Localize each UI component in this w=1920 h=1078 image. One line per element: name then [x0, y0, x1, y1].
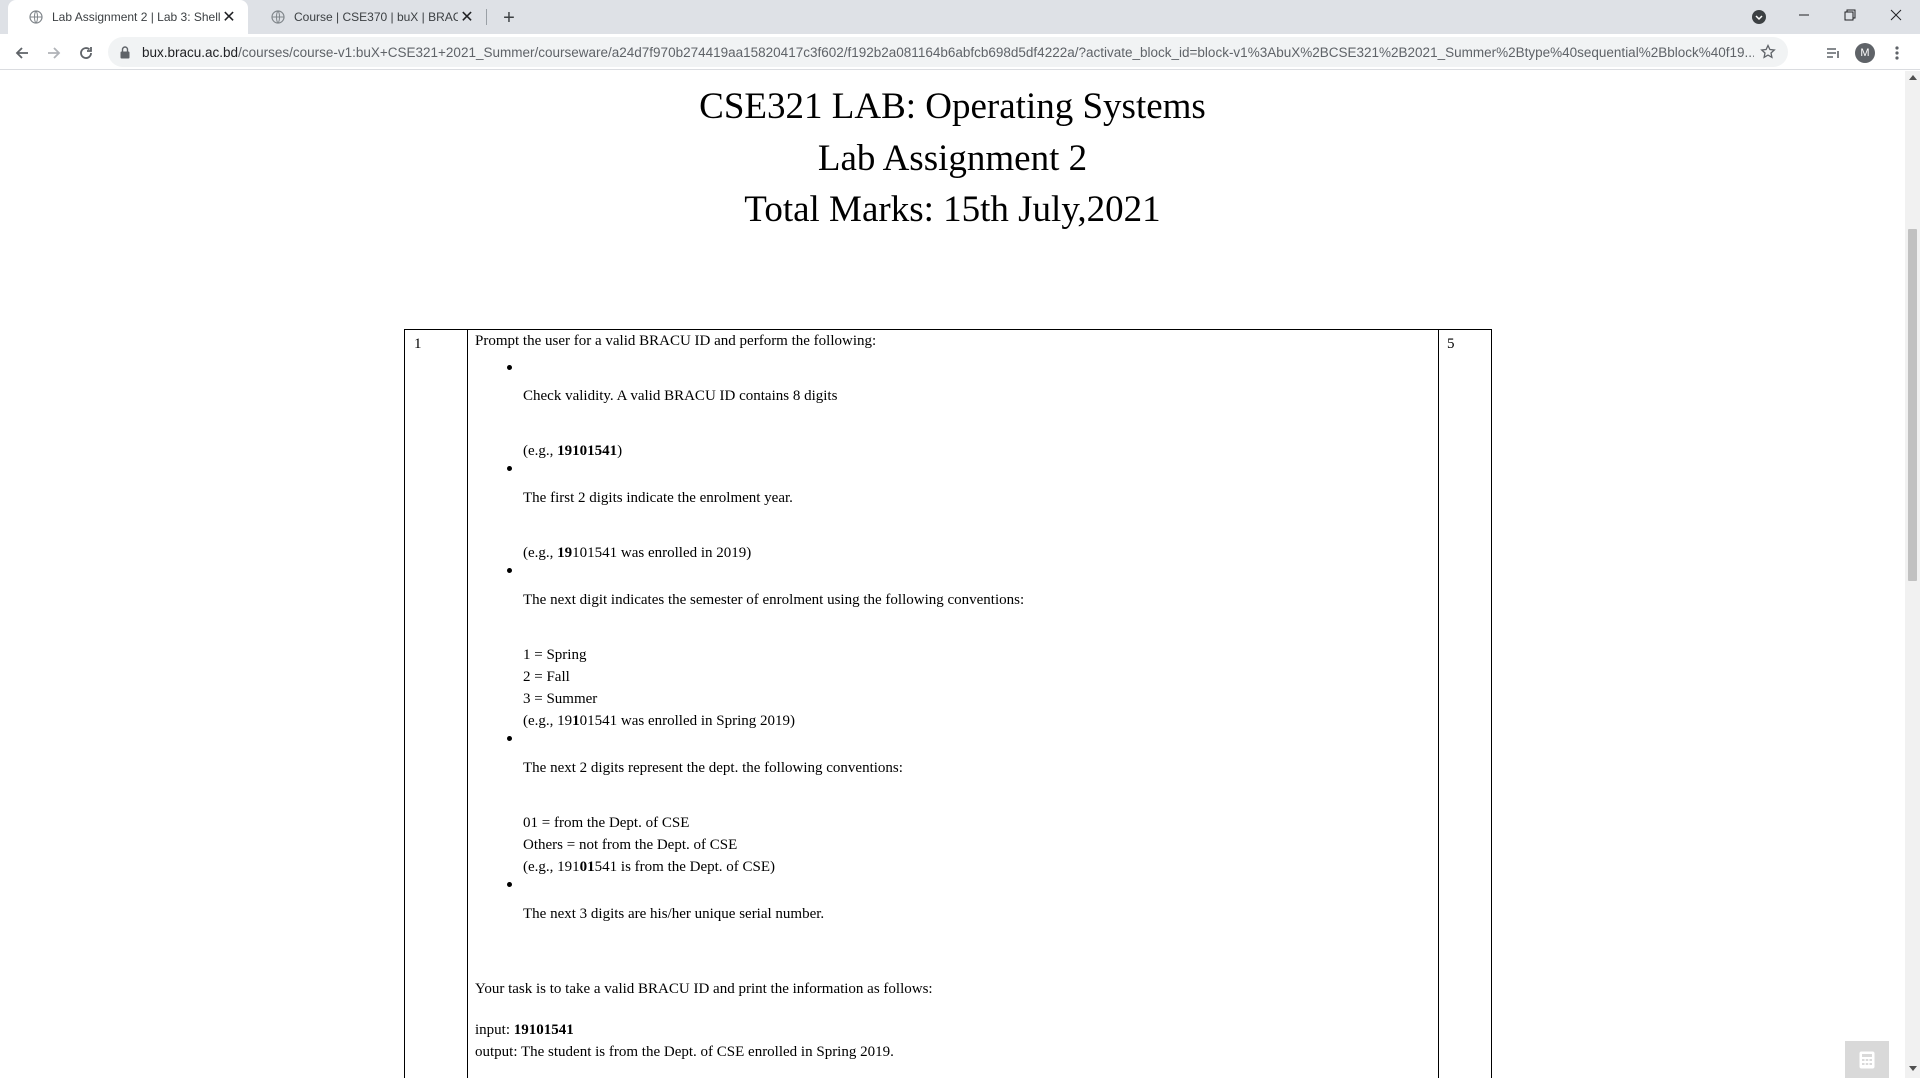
reload-button[interactable]: [72, 39, 100, 67]
tab-title: Lab Assignment 2 | Lab 3: Shell S: [52, 10, 220, 24]
example-text: ): [617, 443, 623, 459]
scroll-down-arrow-icon[interactable]: [1909, 1066, 1917, 1071]
reading-list-icon: [1827, 48, 1839, 58]
example-bold-text: 1: [572, 713, 580, 729]
convention-line: 2 = Fall: [523, 669, 570, 685]
profile-button[interactable]: M: [1851, 39, 1879, 67]
input-label: input:: [475, 1022, 514, 1038]
bullet-text: Check validity. A valid BRACU ID contain…: [523, 388, 838, 404]
restore-button[interactable]: [1827, 0, 1873, 30]
lock-icon: [120, 45, 132, 59]
example-text: 01541 was enrolled in Spring 2019): [579, 713, 796, 729]
calculator-icon: [1859, 1051, 1875, 1068]
tab-title: Course | CSE370 | buX | BRAC Un: [294, 10, 458, 24]
page-viewport: CSE321 LAB: Operating Systems Lab Assign…: [0, 71, 1905, 1078]
minimize-button[interactable]: [1781, 0, 1827, 30]
scroll-up-arrow-icon[interactable]: [1909, 75, 1917, 80]
minimize-icon: [1799, 14, 1809, 16]
new-tab-button[interactable]: +: [497, 6, 521, 30]
convention-line: Others = not from the Dept. of CSE: [523, 837, 738, 853]
example-text: 101541 was enrolled in 2019): [572, 545, 752, 561]
example-text: (e.g., 191: [523, 859, 580, 875]
task-instruction: Your task is to take a valid BRACU ID an…: [475, 981, 933, 997]
close-icon: [1890, 9, 1902, 21]
kebab-menu-icon: [1895, 46, 1899, 60]
arrow-right-icon: [48, 47, 61, 59]
question-prompt: Prompt the user for a valid BRACU ID and…: [475, 333, 877, 349]
document-title-assignment: Lab Assignment 2: [817, 138, 1088, 179]
bullet-text: The first 2 digits indicate the enrolmen…: [523, 490, 793, 506]
avatar: M: [1855, 43, 1875, 63]
back-button[interactable]: [8, 39, 36, 67]
url-text[interactable]: bux.bracu.ac.bd/courses/course-v1:buX+CS…: [142, 45, 1754, 60]
example-line: (e.g., 19101541 was enrolled in Spring 2…: [523, 713, 795, 730]
bullet-text: The next 3 digits are his/her unique ser…: [523, 906, 825, 922]
restore-icon: [1844, 9, 1856, 21]
scrollbar-thumb[interactable]: [1908, 229, 1917, 581]
question-marks: 5: [1447, 336, 1455, 352]
sample-input: input: 19101541: [475, 1022, 574, 1039]
example-bold-text: 01: [579, 859, 595, 875]
example-text: 541 is from the Dept. of CSE): [594, 859, 776, 875]
close-window-button[interactable]: [1873, 0, 1919, 30]
browser-toolbar: bux.bracu.ac.bd/courses/course-v1:buX+CS…: [0, 34, 1920, 70]
tab-search-button[interactable]: [1749, 7, 1769, 27]
question-number: 1: [414, 336, 422, 352]
document-title-course: CSE321 LAB: Operating Systems: [699, 86, 1206, 127]
example-line: (e.g., 19101541 was enrolled in 2019): [523, 545, 751, 562]
calculator-button[interactable]: [1845, 1041, 1889, 1078]
tab-strip: Lab Assignment 2 | Lab 3: Shell S ✕ Cour…: [0, 0, 1920, 34]
close-tab-icon[interactable]: ✕: [458, 8, 476, 26]
address-bar[interactable]: bux.bracu.ac.bd/courses/course-v1:buX+CS…: [108, 37, 1788, 67]
globe-favicon-icon: [270, 9, 286, 25]
tab-lab-assignment[interactable]: Lab Assignment 2 | Lab 3: Shell S ✕: [8, 0, 248, 34]
sample-output: output: The student is from the Dept. of…: [475, 1044, 894, 1060]
forward-button[interactable]: [40, 39, 68, 67]
convention-line: 3 = Summer: [523, 691, 598, 707]
reload-icon: [80, 47, 92, 59]
bullet-dot: [507, 736, 512, 741]
example-text: (e.g.,: [523, 545, 558, 561]
example-text: (e.g.,: [523, 443, 558, 459]
chevron-down-circle-icon: [1752, 10, 1766, 24]
bullet-dot: [507, 466, 512, 471]
tab-course-cse370[interactable]: Course | CSE370 | buX | BRAC Un ✕: [250, 0, 486, 34]
page-scrollbar[interactable]: [1905, 71, 1920, 1078]
example-text: (e.g., 19: [523, 713, 573, 729]
reading-list-button[interactable]: [1819, 39, 1847, 67]
convention-line: 1 = Spring: [523, 647, 587, 663]
table-divider: [467, 330, 468, 1078]
menu-button[interactable]: [1883, 39, 1911, 67]
close-tab-icon[interactable]: ✕: [220, 8, 238, 26]
example-line: (e.g., 19101541 is from the Dept. of CSE…: [523, 859, 775, 876]
example-bold-text: 19101541: [557, 443, 618, 459]
bullet-text: The next digit indicates the semester of…: [523, 592, 1025, 608]
tab-separator: [486, 9, 487, 25]
bullet-text: The next 2 digits represent the dept. th…: [523, 760, 903, 776]
bullet-dot: [507, 365, 512, 370]
url-path: /courses/course-v1:buX+CSE321+2021_Summe…: [238, 44, 1754, 60]
globe-favicon-icon: [28, 9, 44, 25]
url-host: bux.bracu.ac.bd: [142, 44, 239, 60]
convention-line: 01 = from the Dept. of CSE: [523, 815, 690, 831]
bullet-dot: [507, 882, 512, 887]
example-line: (e.g., 19101541): [523, 443, 622, 460]
table-divider: [1438, 330, 1439, 1078]
arrow-left-icon: [15, 47, 28, 59]
document-title-marks: Total Marks: 15th July,2021: [744, 189, 1161, 230]
bookmark-star-icon[interactable]: [1754, 38, 1782, 66]
input-value: 19101541: [513, 1022, 574, 1038]
example-bold-text: 19: [557, 545, 573, 561]
bullet-dot: [507, 568, 512, 573]
